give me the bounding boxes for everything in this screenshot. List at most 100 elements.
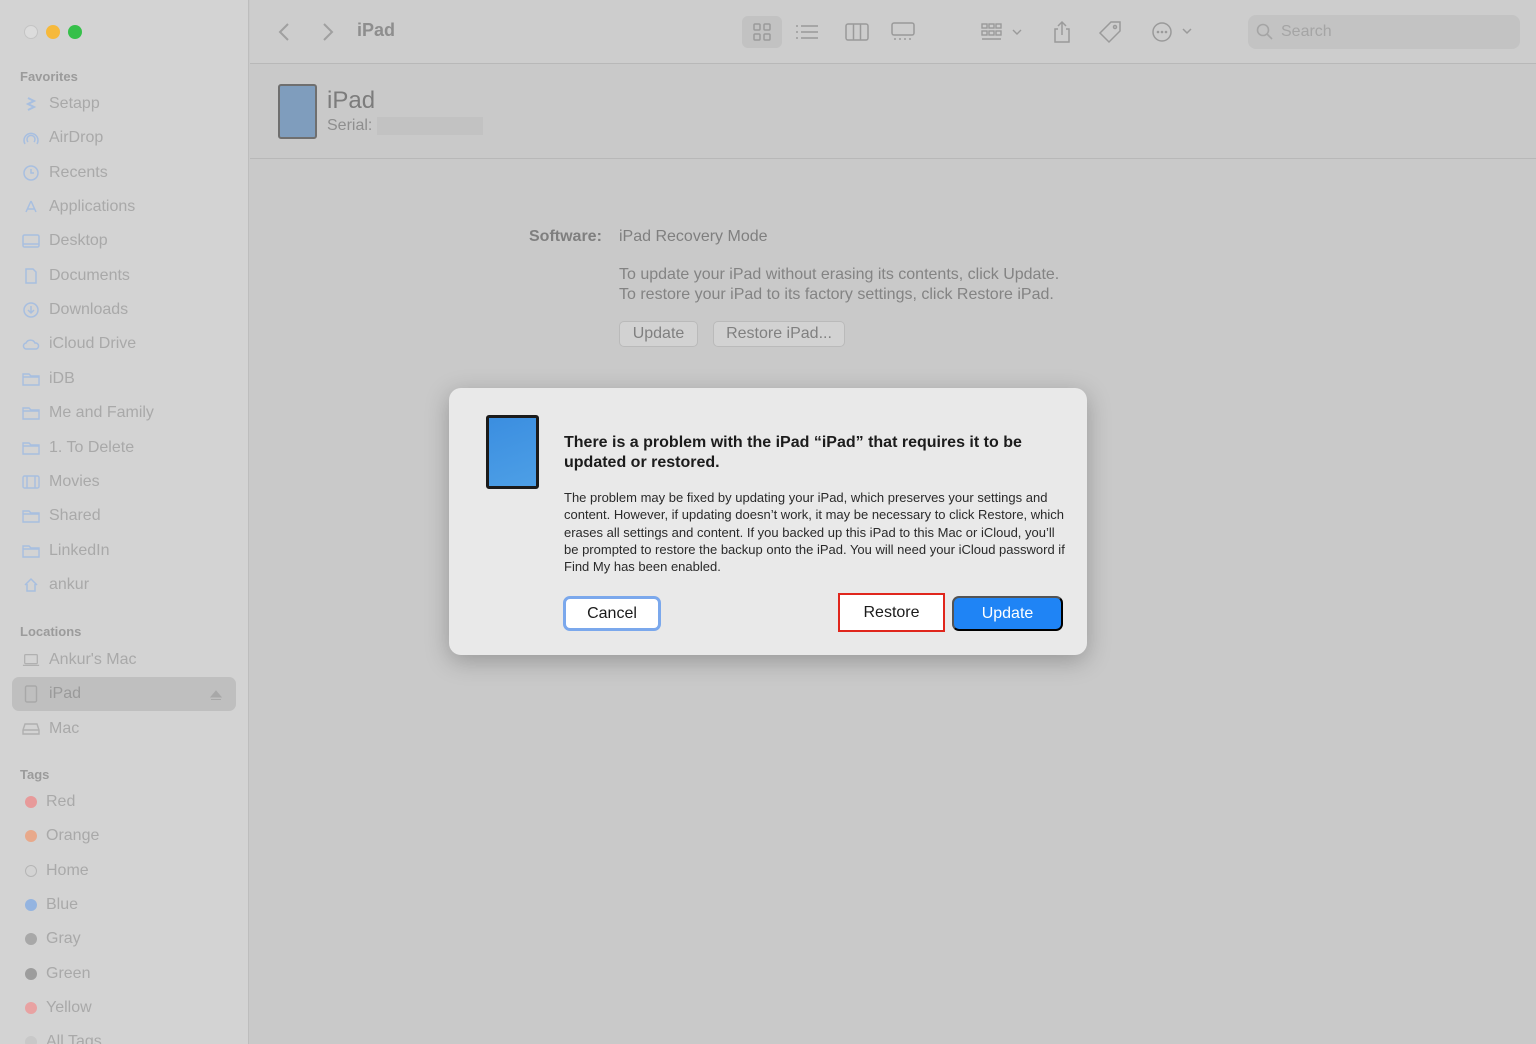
sidebar-item-label: All Tags... <box>46 1033 116 1044</box>
download-icon <box>22 301 40 319</box>
eject-icon[interactable] <box>209 688 223 706</box>
sidebar-item-1-to-delete[interactable]: 1. To Delete <box>12 431 236 465</box>
window-controls <box>24 25 82 39</box>
list-view-button[interactable] <box>790 16 824 48</box>
laptop-icon <box>22 651 40 669</box>
tags-button[interactable] <box>1096 16 1124 48</box>
sidebar-item-ankur[interactable]: ankur <box>12 568 236 602</box>
group-by-button[interactable] <box>978 16 1028 48</box>
sidebar-item-icloud-drive[interactable]: iCloud Drive <box>12 327 236 361</box>
sidebar-item-label: Red <box>46 793 76 810</box>
close-window-button[interactable] <box>24 25 38 39</box>
sidebar-item-airdrop[interactable]: AirDrop <box>12 121 236 155</box>
sidebar-item-label: LinkedIn <box>49 541 110 559</box>
tag-color-dot-icon <box>25 967 37 980</box>
tag-color-dot-icon <box>25 796 37 808</box>
description-line-restore: To restore your iPad to its factory sett… <box>619 286 1054 303</box>
sidebar-item-movies[interactable]: Movies <box>12 465 236 499</box>
sidebar-item-label: iCloud Drive <box>49 335 137 353</box>
sidebar-item-documents[interactable]: Documents <box>12 259 236 293</box>
tags-section-title: Tags <box>20 767 50 782</box>
folder-icon <box>22 370 40 388</box>
sidebar-tag-red[interactable]: Red <box>12 785 236 819</box>
ipad-icon <box>278 84 317 139</box>
tag-icon <box>1098 21 1121 44</box>
home-icon <box>22 576 40 594</box>
sidebar-item-idb[interactable]: iDB <box>12 362 236 396</box>
sidebar-item-label: 1. To Delete <box>49 438 135 456</box>
sidebar-item-desktop[interactable]: Desktop <box>12 224 236 258</box>
sidebar-tag-gray[interactable]: Gray <box>12 922 236 956</box>
toolbar: iPad Search <box>250 0 1536 64</box>
search-field[interactable]: Search <box>1248 15 1520 49</box>
sidebar-item-label: Applications <box>49 198 136 216</box>
device-name: iPad <box>327 87 376 114</box>
sidebar-item-recents[interactable]: Recents <box>12 156 236 190</box>
setapp-icon <box>22 95 40 113</box>
window-title: iPad <box>357 20 396 40</box>
folder-icon <box>22 507 40 525</box>
gallery-view-button[interactable] <box>886 16 920 48</box>
desktop-icon <box>22 232 40 250</box>
tag-color-dot-icon <box>25 1036 37 1044</box>
dialog-update-button[interactable]: Update <box>952 596 1063 631</box>
columns-icon <box>845 23 869 41</box>
sidebar-item-label: Recents <box>49 163 108 181</box>
sidebar-tag-home[interactable]: Home <box>12 854 236 888</box>
sidebar-item-label: Setapp <box>49 95 100 112</box>
sidebar-item-label: Documents <box>49 266 130 284</box>
sidebar-item-ipad[interactable]: iPad <box>12 677 236 712</box>
sidebar-item-label: Mac <box>49 719 80 737</box>
sidebar-item-label: Desktop <box>49 232 108 250</box>
sidebar-item-applications[interactable]: Applications <box>12 190 236 224</box>
favorites-section-title: Favorites <box>20 69 78 84</box>
device-serial: Serial: <box>327 117 484 135</box>
sidebar-tag-orange[interactable]: Orange <box>12 819 236 853</box>
description-line-update: To update your iPad without erasing its … <box>619 266 1060 283</box>
tag-color-dot-icon <box>25 933 37 946</box>
ellipsis-circle-icon <box>1152 22 1192 42</box>
cancel-button[interactable]: Cancel <box>563 596 661 631</box>
film-icon <box>22 473 40 491</box>
update-button[interactable]: Update <box>619 321 698 347</box>
back-button[interactable] <box>272 16 296 48</box>
sidebar-item-setapp[interactable]: Setapp <box>12 87 236 121</box>
sidebar-item-downloads[interactable]: Downloads <box>12 293 236 327</box>
sidebar-item-ankur-s-mac[interactable]: Ankur's Mac <box>12 643 236 677</box>
column-view-button[interactable] <box>840 16 874 48</box>
sidebar-item-label: Ankur's Mac <box>49 651 137 668</box>
sidebar-tag-green[interactable]: Green <box>12 957 236 991</box>
restore-ipad-button[interactable]: Restore iPad... <box>713 321 845 347</box>
disk-icon <box>22 720 40 738</box>
sidebar-tag-all-tags[interactable]: All Tags... <box>12 1025 236 1044</box>
sidebar-item-label: Blue <box>46 896 79 914</box>
sidebar-item-label: iDB <box>49 369 75 387</box>
tag-color-dot-icon <box>25 864 37 877</box>
sidebar-tag-blue[interactable]: Blue <box>12 888 236 922</box>
share-icon <box>1054 20 1070 43</box>
chevron-left-icon <box>278 23 289 41</box>
folder-icon <box>22 404 40 422</box>
software-label: Software: <box>529 228 602 245</box>
applications-icon <box>22 198 40 216</box>
share-button[interactable] <box>1048 16 1076 48</box>
sidebar-item-label: Home <box>46 861 89 879</box>
minimize-window-button[interactable] <box>46 25 60 39</box>
sidebar-item-linkedin[interactable]: LinkedIn <box>12 534 236 568</box>
forward-button[interactable] <box>316 16 340 48</box>
folder-icon <box>22 542 40 560</box>
sidebar-item-mac[interactable]: Mac <box>12 712 236 746</box>
zoom-window-button[interactable] <box>68 25 82 39</box>
sidebar-tag-yellow[interactable]: Yellow <box>12 991 236 1025</box>
sidebar-item-label: Green <box>46 964 91 982</box>
restore-button[interactable]: Restore <box>838 593 945 632</box>
sidebar-item-label: iPad <box>49 685 82 703</box>
clock-icon <box>22 164 40 182</box>
airdrop-icon <box>22 129 40 147</box>
list-icon <box>796 25 818 39</box>
more-actions-button[interactable] <box>1150 16 1194 48</box>
icon-view-button[interactable] <box>742 16 782 48</box>
sidebar-item-shared[interactable]: Shared <box>12 499 236 533</box>
sidebar-item-me-and-family[interactable]: Me and Family <box>12 396 236 430</box>
gallery-icon <box>891 22 915 40</box>
